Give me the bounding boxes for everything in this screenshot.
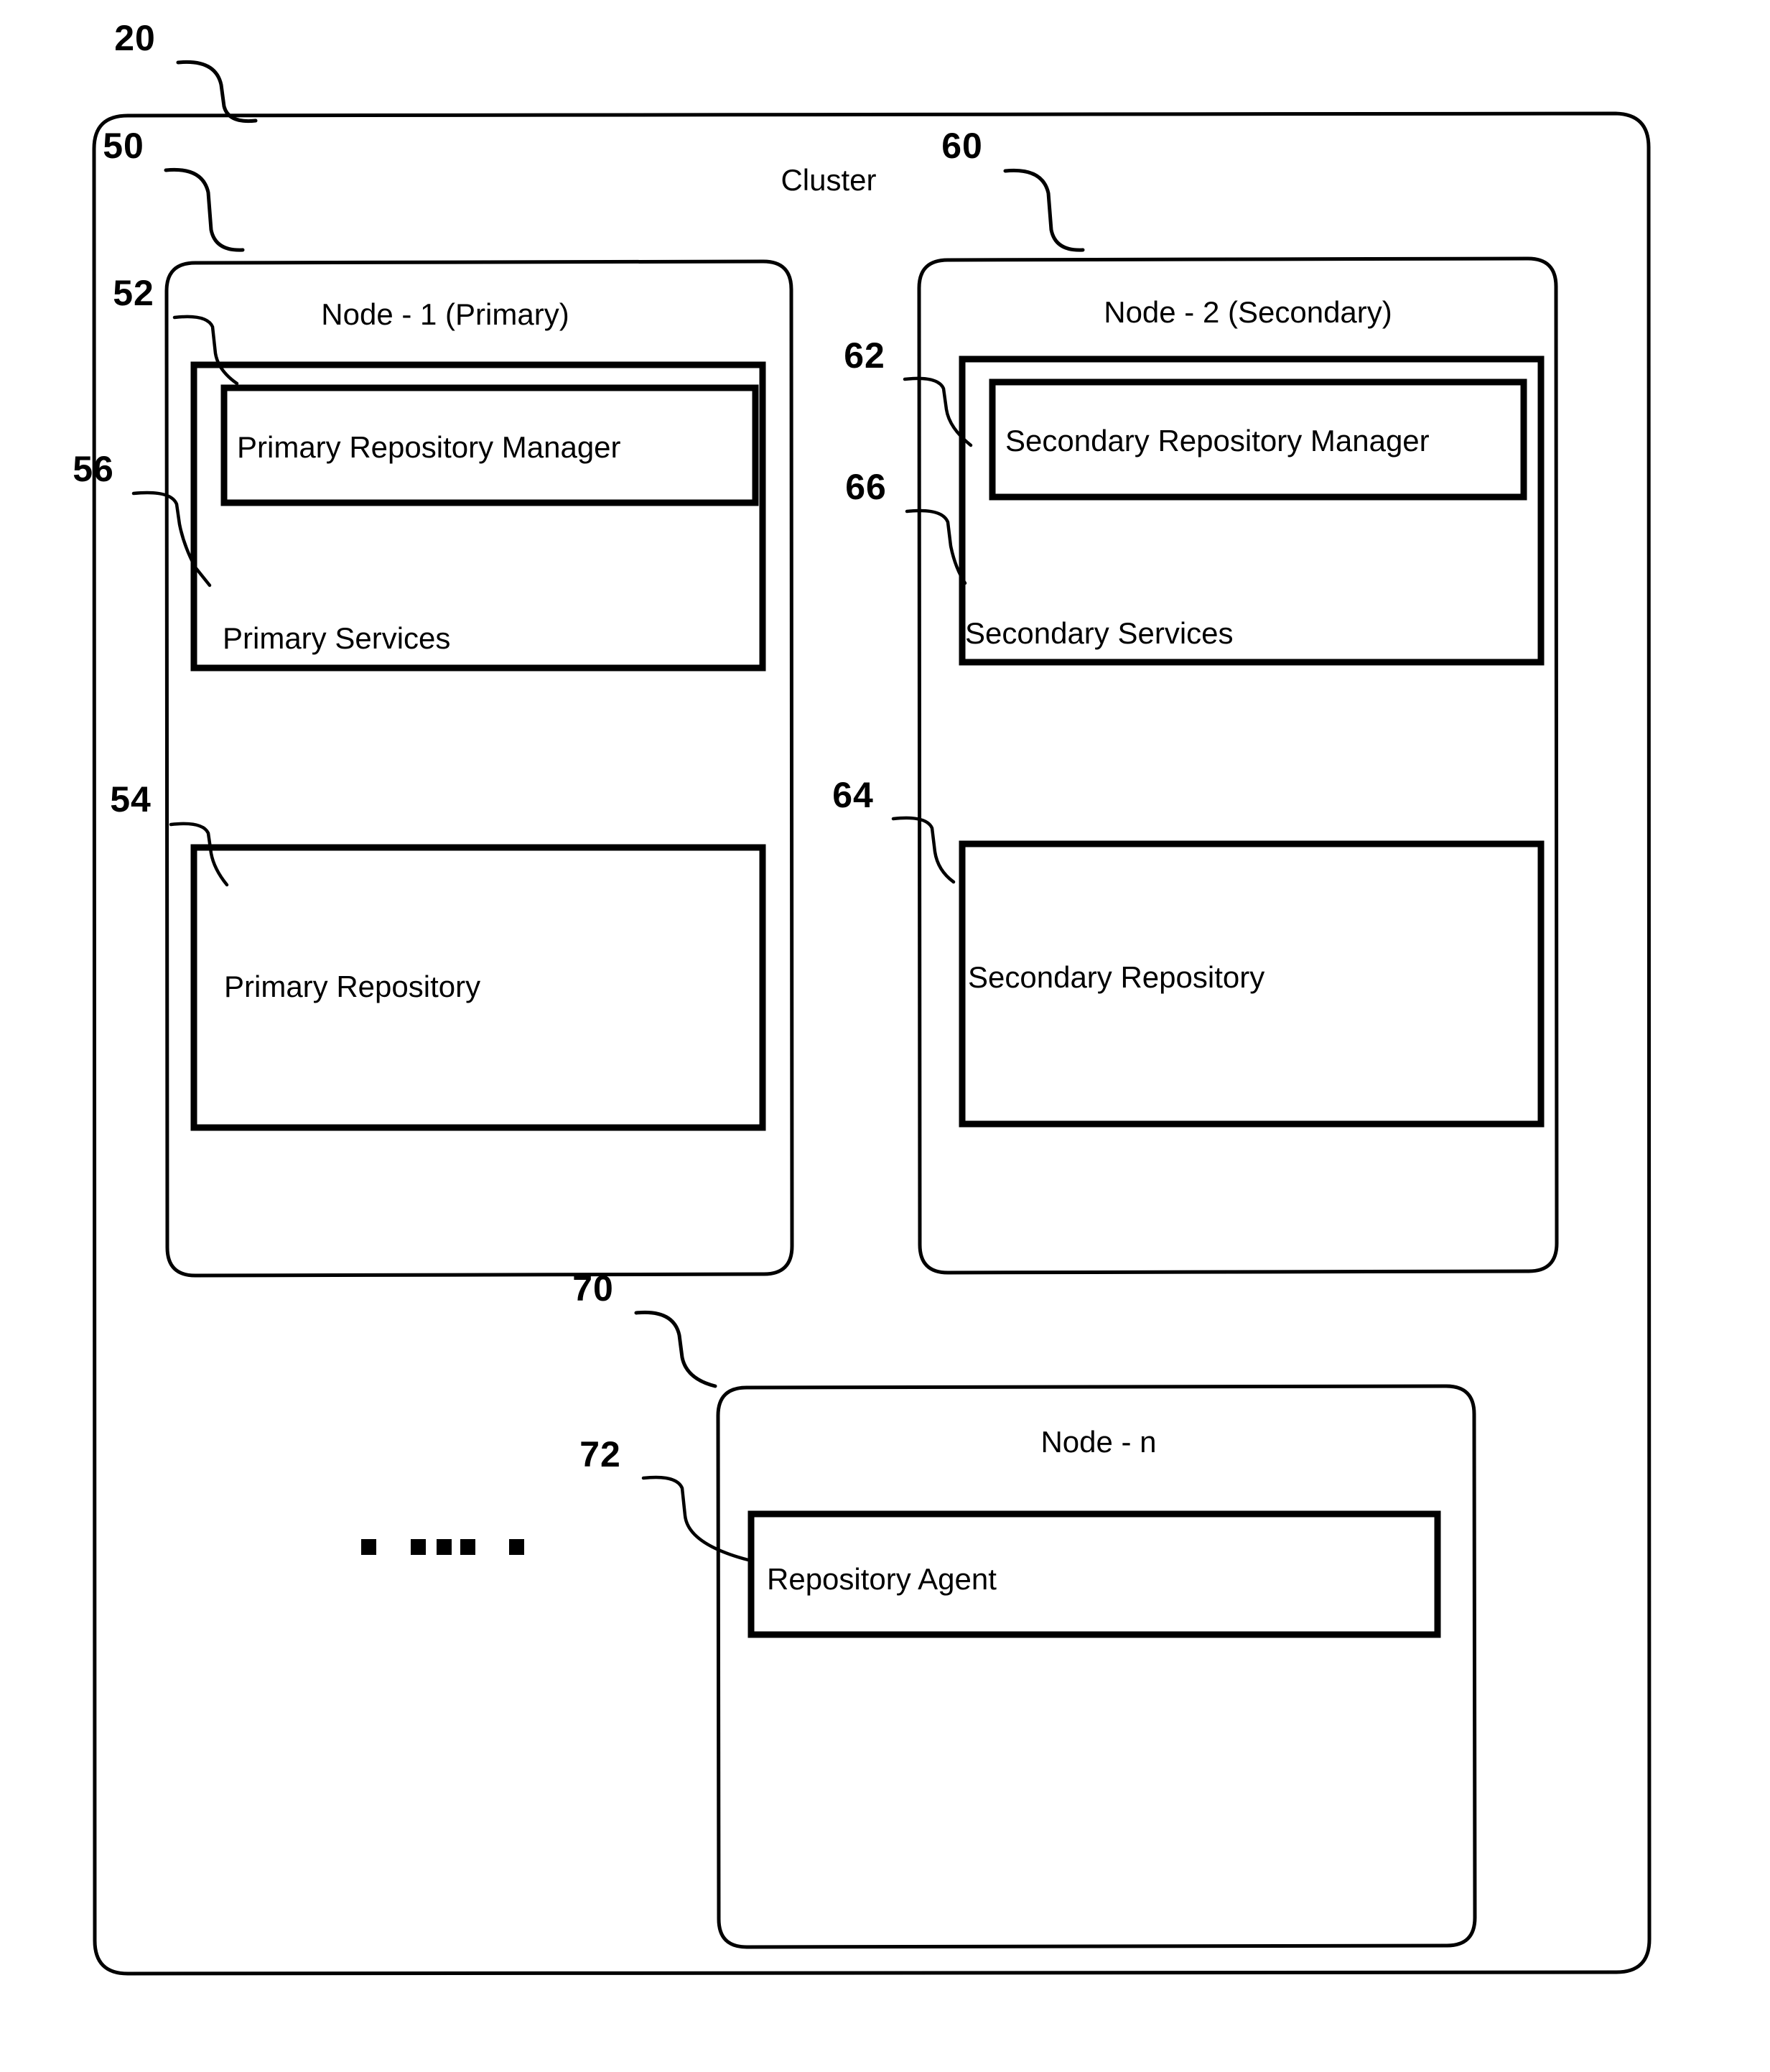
additional-nodes-ellipsis bbox=[361, 1539, 524, 1555]
node-1-title: Node - 1 (Primary) bbox=[321, 297, 569, 331]
numeral-66: 66 bbox=[845, 467, 887, 507]
repository-agent-label: Repository Agent bbox=[767, 1562, 997, 1596]
numeral-54: 54 bbox=[110, 779, 152, 819]
node-n-enclosure bbox=[716, 1384, 1477, 1949]
numeral-70: 70 bbox=[572, 1268, 614, 1309]
patent-figure: 20 50 52 56 54 60 62 66 64 70 72 Cluster… bbox=[0, 0, 1770, 2072]
ellipsis-dot bbox=[460, 1539, 475, 1555]
numeral-52: 52 bbox=[113, 273, 154, 313]
leader-line-66 bbox=[905, 508, 967, 585]
numeral-72: 72 bbox=[579, 1434, 621, 1474]
numeral-56: 56 bbox=[73, 449, 114, 489]
leader-line-60 bbox=[1003, 168, 1085, 252]
secondary-repository-manager-label: Secondary Repository Manager bbox=[1005, 424, 1430, 457]
leader-line-20 bbox=[176, 60, 258, 124]
ellipsis-dot bbox=[509, 1539, 524, 1555]
primary-repository-manager-label: Primary Repository Manager bbox=[237, 430, 621, 464]
node-n-title: Node - n bbox=[1040, 1425, 1156, 1459]
numeral-64: 64 bbox=[832, 775, 874, 815]
node-2-title: Node - 2 (Secondary) bbox=[1104, 295, 1392, 329]
numeral-60: 60 bbox=[941, 126, 983, 166]
primary-services-label: Primary Services bbox=[223, 621, 450, 655]
ellipsis-dot bbox=[361, 1539, 376, 1555]
leader-line-64 bbox=[891, 816, 956, 884]
numeral-20: 20 bbox=[114, 18, 156, 58]
cluster-label: Cluster bbox=[781, 163, 876, 197]
primary-repository-label: Primary Repository bbox=[224, 970, 480, 1003]
leader-line-72 bbox=[641, 1475, 750, 1562]
numeral-62: 62 bbox=[844, 335, 885, 376]
leader-line-70 bbox=[634, 1310, 717, 1388]
ellipsis-dot bbox=[411, 1539, 426, 1555]
secondary-services-label: Secondary Services bbox=[965, 616, 1234, 650]
ellipsis-dot bbox=[437, 1539, 452, 1555]
leader-line-50 bbox=[164, 167, 245, 252]
secondary-repository-label: Secondary Repository bbox=[968, 960, 1264, 994]
numeral-50: 50 bbox=[103, 126, 144, 166]
diagram-canvas: 20 50 52 56 54 60 62 66 64 70 72 Cluster… bbox=[73, 18, 1652, 1976]
